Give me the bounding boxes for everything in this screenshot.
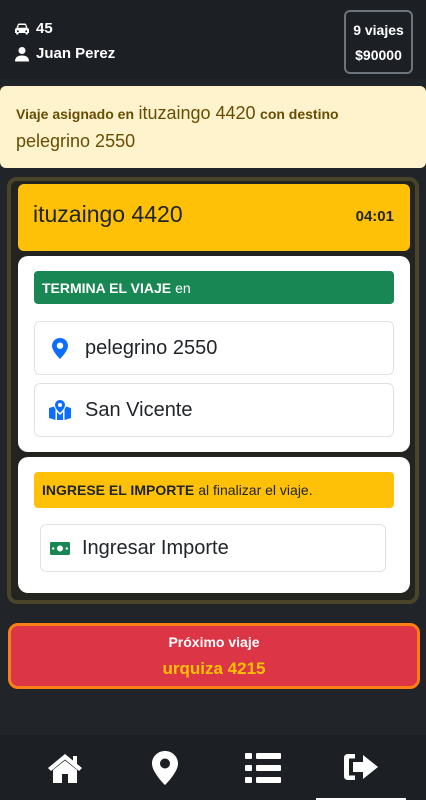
alert-middle: con destino <box>260 106 339 122</box>
trips-count: 9 viajes <box>353 21 404 38</box>
next-trip-button[interactable]: Próximo viaje urquiza 4215 <box>8 623 420 689</box>
amount-header: INGRESE EL IMPORTE al finalizar el viaje… <box>34 472 394 508</box>
logout-icon <box>344 753 378 780</box>
amount-header-bold: INGRESE EL IMPORTE <box>42 482 195 498</box>
amount-header-rest: al finalizar el viaje. <box>198 482 313 498</box>
next-trip-address: urquiza 4215 <box>162 659 266 678</box>
vehicle-row: 45 <box>14 20 53 37</box>
vehicle-number: 45 <box>36 20 53 37</box>
end-trip-header-bold: TERMINA EL VIAJE <box>42 279 172 296</box>
amount-input[interactable]: Ingresar Importe <box>40 524 386 572</box>
driver-name: Juan Perez <box>36 45 116 62</box>
map-pin-icon <box>49 337 71 359</box>
alert-origin: ituzaingo 4420 <box>138 103 256 123</box>
driver-row: Juan Perez <box>14 45 115 62</box>
car-icon <box>15 23 29 34</box>
map-location-icon <box>49 399 71 421</box>
nav-logout-button[interactable] <box>316 735 406 800</box>
stats-box: 9 viajes $90000 <box>344 10 413 74</box>
end-trip-header: TERMINA EL VIAJE en <box>34 271 394 304</box>
nav-list-button[interactable] <box>218 735 308 800</box>
money-bill-icon <box>50 537 70 559</box>
user-icon <box>15 46 29 61</box>
bottom-nav <box>0 735 426 800</box>
destination-address-field[interactable]: pelegrino 2550 <box>34 321 394 375</box>
origin-address: ituzaingo 4420 <box>33 201 183 227</box>
trip-origin-header: ituzaingo 4420 04:01 <box>18 184 410 251</box>
alert-prefix: Viaje asignado en <box>16 106 135 122</box>
home-icon <box>48 753 82 783</box>
top-bar: 45 Juan Perez 9 viajes $90000 <box>0 0 426 79</box>
next-trip-label: Próximo viaje <box>168 634 260 650</box>
amount-card: INGRESE EL IMPORTE al finalizar el viaje… <box>18 457 410 593</box>
assigned-trip-alert: Viaje asignado en ituzaingo 4420 con des… <box>0 86 426 168</box>
trip-timer: 04:01 <box>355 208 394 225</box>
list-icon <box>245 752 281 783</box>
destination-city: San Vicente <box>85 398 193 421</box>
location-icon <box>152 750 178 785</box>
end-trip-header-rest: en <box>175 279 191 296</box>
destination-card: TERMINA EL VIAJE en pelegrino 2550 San V… <box>18 256 410 452</box>
earnings: $90000 <box>355 46 402 63</box>
nav-home-button[interactable] <box>20 735 110 800</box>
destination-address: pelegrino 2550 <box>85 336 218 359</box>
nav-location-button[interactable] <box>120 735 210 800</box>
amount-placeholder: Ingresar Importe <box>82 536 229 559</box>
destination-city-field[interactable]: San Vicente <box>34 383 394 437</box>
alert-destination: pelegrino 2550 <box>16 131 136 151</box>
